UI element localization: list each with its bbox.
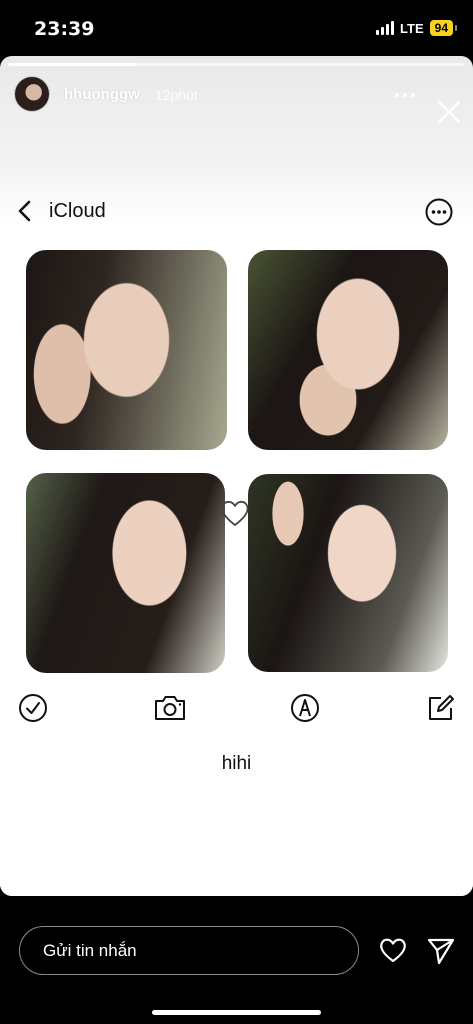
photo-collage	[0, 248, 473, 678]
ellipsis-circle-icon[interactable]	[424, 197, 454, 227]
story-progress-bar	[8, 63, 465, 66]
photo-2[interactable]	[248, 250, 448, 450]
username[interactable]: hhuonggw	[64, 86, 140, 103]
avatar[interactable]	[14, 76, 50, 112]
clock: 23:39	[34, 18, 95, 40]
send-icon[interactable]	[426, 936, 456, 966]
more-options-icon[interactable]	[390, 88, 420, 102]
nav-title: iCloud	[49, 200, 106, 222]
send-message-input[interactable]: Gửi tin nhắn	[19, 926, 359, 975]
story-progress-fill	[8, 63, 136, 66]
back-chevron-icon[interactable]	[15, 198, 35, 224]
signal-icon	[376, 21, 395, 35]
compose-icon[interactable]	[425, 692, 457, 724]
story-viewer[interactable]: hhuonggw 12phút iCloud hihi	[0, 56, 473, 896]
photo-4[interactable]	[248, 474, 448, 672]
home-indicator[interactable]	[152, 1010, 321, 1015]
markup-pen-icon[interactable]	[289, 692, 321, 724]
photo-3[interactable]	[26, 473, 225, 673]
battery-indicator: 94	[429, 20, 458, 36]
caption-text: hihi	[221, 753, 252, 774]
post-time: 12phút	[155, 87, 198, 103]
story-blank-area	[0, 786, 473, 896]
heart-icon[interactable]	[378, 936, 408, 964]
status-indicators: LTE 94	[376, 20, 458, 36]
icloud-toolbar	[0, 692, 473, 728]
camera-icon[interactable]	[152, 692, 188, 724]
network-type: LTE	[400, 20, 424, 36]
photo-1[interactable]	[26, 250, 227, 450]
status-bar: 23:39 LTE 94	[0, 0, 473, 56]
icloud-navbar: iCloud	[0, 194, 473, 228]
close-icon[interactable]	[436, 99, 462, 125]
checkmark-circle-icon[interactable]	[17, 692, 49, 724]
story-header: hhuonggw 12phút	[0, 74, 473, 124]
heart-outline-icon	[221, 500, 249, 526]
